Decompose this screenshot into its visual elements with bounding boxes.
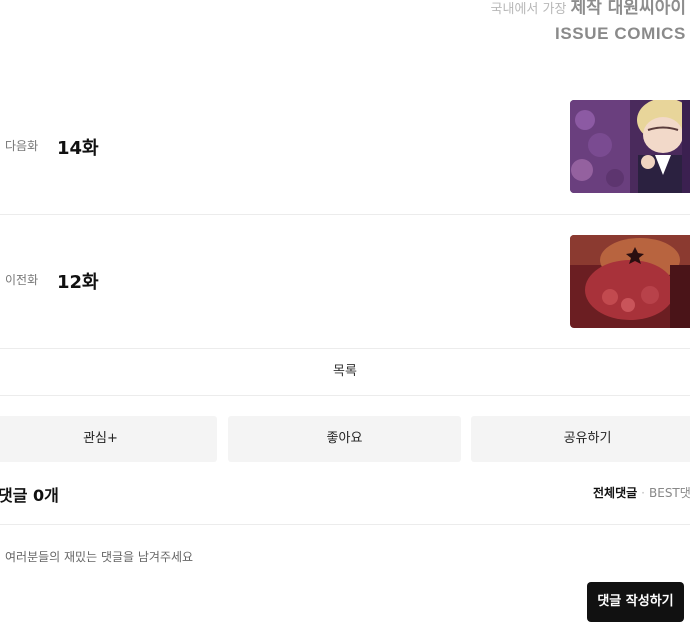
tab-all-comments[interactable]: 전체댓글: [593, 486, 637, 500]
next-episode-title: 14화: [57, 138, 99, 159]
tab-best-comments[interactable]: BEST댓: [649, 486, 690, 500]
thumbnail-art: [570, 235, 690, 328]
prev-episode-kind: 이전화: [5, 273, 39, 287]
write-comment-button[interactable]: 댓글 작성하기: [587, 582, 684, 622]
comment-input[interactable]: 여러분들의 재밌는 댓글을 남겨주세요: [5, 548, 565, 565]
comment-header: 댓글 0개 전체댓글 · BEST댓: [0, 472, 690, 525]
publisher-credit: 국내에서 가장 제작 대원씨아이 ISSUE COMICS: [491, 0, 686, 44]
thumbnail-art: [570, 100, 690, 193]
credit-publisher: 제작 대원씨아이: [570, 0, 686, 18]
comment-count: 댓글 0개: [0, 486, 59, 505]
prev-episode-title: 12화: [57, 272, 99, 293]
brand-logo-text: ISSUE COMICS: [555, 24, 686, 43]
comment-sort-tabs: 전체댓글 · BEST댓: [593, 484, 690, 501]
credit-text: 국내에서 가장: [490, 2, 567, 17]
next-episode-thumbnail[interactable]: [570, 100, 690, 193]
credit-line: 국내에서 가장 제작 대원씨아이: [491, 0, 686, 18]
subscribe-button[interactable]: 관심+: [0, 416, 217, 462]
prev-episode-thumbnail[interactable]: [570, 235, 690, 328]
episode-list-button[interactable]: 목록: [0, 349, 690, 396]
next-episode-kind: 다음화: [5, 139, 39, 153]
tab-separator: ·: [641, 486, 645, 500]
share-button[interactable]: 공유하기: [471, 416, 690, 462]
next-episode-row[interactable]: 다음화 14화: [0, 80, 690, 215]
like-button[interactable]: 좋아요: [228, 416, 461, 462]
prev-episode-row[interactable]: 이전화 12화: [0, 214, 690, 349]
